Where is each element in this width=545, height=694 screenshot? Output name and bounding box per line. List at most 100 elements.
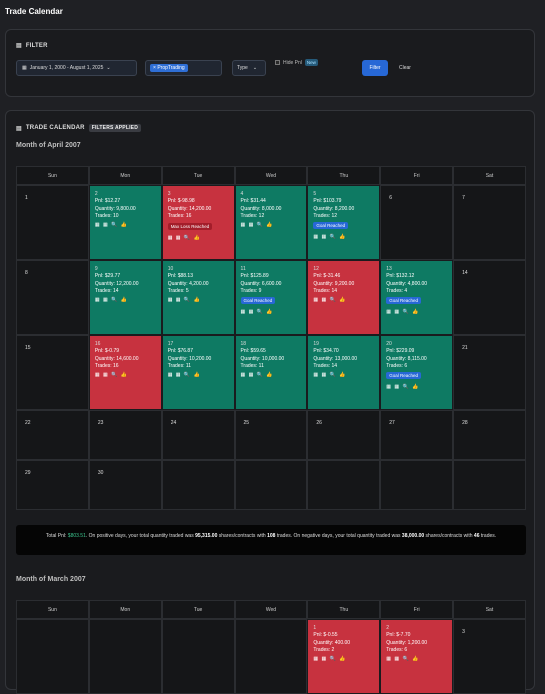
hide-pnl-checkbox[interactable] [275,60,280,65]
day-action-icons[interactable]: ▦ ▦ 🔍 👍 [241,372,274,378]
day-pnl: Pnl: $59.65 [240,348,266,354]
day-number: 14 [462,270,468,276]
calendar-day-cell[interactable]: 6 [380,185,454,260]
day-number: 2 [386,625,389,631]
day-action-icons[interactable]: ▦ ▦ 🔍 👍 [313,297,346,303]
day-action-icons[interactable]: ▦ ▦ 🔍 👍 [95,297,128,303]
calendar-day-cell[interactable]: 29 [16,460,89,510]
day-number: 16 [94,341,101,347]
calendar-day-cell[interactable]: 1 [16,185,89,260]
calendar-day-cell[interactable]: 9 Pnl: $29.77 Quantity: 12,200.00 Trades: 1… [88,260,162,335]
calendar-day-cell[interactable]: 16 Pnl: $-0.79 Quantity: 14,600.00 Trades: … [88,335,162,410]
goal-reached-badge: Goal Reached [386,372,421,379]
calendar-day-cell[interactable]: 27 [380,410,454,460]
summary-text: trades. [479,533,497,539]
day-number: 5 [313,191,317,197]
day-trade-info: Pnl: $34.70 Quantity: 13,000.00 Trades: 14 [313,348,357,371]
day-pnl: Pnl: $29.77 [94,273,121,279]
tag-chip[interactable]: × PropTrading [150,64,188,72]
calendar-day-cell[interactable]: 14 [453,260,526,335]
calendar-day-cell[interactable]: 17 Pnl: $76.87 Quantity: 10,200.00 Trades: … [161,335,235,410]
type-select[interactable]: Type ⌄ [232,60,266,76]
day-number: 15 [25,345,31,351]
calendar-day-cell[interactable]: 13 Pnl: $132.12 Quantity: 4,800.00 Trades: … [380,260,454,335]
day-action-icons[interactable]: ▦ ▦ 🔍 👍 [313,372,346,378]
calendar-day-cell[interactable]: 22 [16,410,89,460]
day-action-icons[interactable]: ▦ ▦ 🔍 👍 [386,309,419,315]
weekday-header: Sat [453,600,526,619]
calendar-day-cell[interactable]: 28 [453,410,526,460]
calendar-day-cell[interactable]: 2 Pnl: $-7.70 Quantity: 1,200.00 Trades: 6 ▦… [380,619,454,694]
date-range-picker[interactable]: ▦ January 1, 2000 - August 1, 2025 ⌄ [16,60,137,76]
day-number: 4 [240,191,244,197]
calendar-day-cell[interactable]: 18 Pnl: $59.65 Quantity: 10,000.00 Trades: … [234,335,308,410]
calendar-day-cell[interactable]: 5 Pnl: $103.79 Quantity: 8,200.00 Trades: 1… [307,185,381,260]
calendar-day-cell[interactable]: 8 [16,260,89,335]
calendar-day-cell[interactable]: 4 Pnl: $31.44 Quantity: 8,000.00 Trades: 12… [234,185,308,260]
calendar-day-cell[interactable]: 1 Pnl: $-0.55 Quantity: 400.00 Trades: 2 ▦ ▦… [307,619,381,694]
day-action-icons[interactable]: ▦ ▦ 🔍 👍 [95,372,128,378]
day-number: 17 [167,341,174,347]
day-action-icons[interactable]: ▦ ▦ 🔍 👍 [386,656,419,662]
day-number: 6 [389,195,392,201]
filters-applied-badge: FILTERS APPLIED [88,124,142,132]
day-pnl: Pnl: $125.89 [240,273,269,279]
day-trade-info: Pnl: $88.13 Quantity: 4,200.00 Trades: 5 [168,273,209,296]
calendar-day-cell[interactable]: 2 Pnl: $12.27 Quantity: 9,800.00 Trades: 10… [88,185,162,260]
calendar-day-cell[interactable]: 19 Pnl: $34.70 Quantity: 13,000.00 Trades: … [307,335,381,410]
march-calendar-grid: Sun Mon Tue Wed Thu Fri Sat 1 Pnl: $-0.55 Quantit… [16,600,526,694]
calendar-day-cell[interactable]: 26 [307,410,381,460]
goal-reached-badge: Goal Reached [240,297,276,304]
day-trade-info: Pnl: $229.09 Quantity: 8,115.00 Trades: 6 [386,348,427,371]
day-qty: Quantity: 12,200.00 [94,280,139,287]
date-range-value: January 1, 2000 - August 1, 2025 [29,65,104,71]
clear-button[interactable]: Clear [396,60,414,76]
day-number: 1 [313,625,317,631]
tag-select[interactable]: × PropTrading [145,60,222,76]
day-number: 9 [94,266,98,272]
calendar-day-cell[interactable]: 23 [88,410,162,460]
day-pnl: Pnl: $31.44 [240,198,266,204]
calendar-day-cell[interactable]: 30 [88,460,162,510]
day-action-icons[interactable]: ▦ ▦ 🔍 👍 [168,235,201,241]
calendar-day-cell[interactable]: 3 [453,619,526,694]
calendar-day-cell[interactable]: 15 [16,335,89,410]
weekday-header: Sun [16,600,89,619]
summary-total-pnl: $803.51 [67,533,86,539]
day-pnl: Pnl: $-7.70 [386,632,411,638]
calendar-day-cell[interactable]: 12 Pnl: $-31.46 Quantity: 9,200.00 Trades: … [307,260,381,335]
day-action-icons[interactable]: ▦ ▦ 🔍 👍 [386,384,419,390]
day-action-icons[interactable]: ▦ ▦ 🔍 👍 [168,297,201,303]
summary-neg-qty: 38,000.00 [401,533,425,539]
day-action-icons[interactable]: ▦ ▦ 🔍 👍 [241,222,274,228]
day-trade-info: Pnl: $76.87 Quantity: 10,200.00 Trades: 11 [168,348,212,371]
day-trades: Trades: 16 [167,213,192,219]
calendar-day-cell[interactable]: 10 Pnl: $88.13 Quantity: 4,200.00 Trades: 5… [161,260,235,335]
day-action-icons[interactable]: ▦ ▦ 🔍 👍 [241,309,274,315]
day-action-icons[interactable]: ▦ ▦ 🔍 👍 [95,222,128,228]
filter-button[interactable]: Filter [362,60,388,76]
calendar-table-icon: ▤ [16,125,22,132]
hide-pnl-toggle[interactable]: Hide Pnl New [275,59,318,66]
day-action-icons[interactable]: ▦ ▦ 🔍 👍 [313,234,346,240]
calendar-day-cell[interactable]: 25 [234,410,308,460]
calendar-day-cell[interactable]: 7 [453,185,526,260]
day-trades: Trades: 14 [313,363,338,369]
day-action-icons[interactable]: ▦ ▦ 🔍 👍 [313,656,346,662]
calendar-day-cell[interactable]: 20 Pnl: $229.09 Quantity: 8,115.00 Trades: … [380,335,454,410]
day-trade-info: Pnl: $12.27 Quantity: 9,800.00 Trades: 10 [95,198,136,221]
hide-pnl-label: Hide Pnl [283,59,302,66]
day-trades: Trades: 4 [386,288,408,294]
day-action-icons[interactable]: ▦ ▦ 🔍 👍 [168,372,201,378]
day-trades: Trades: 14 [94,288,119,294]
calendar-day-cell[interactable]: 24 [161,410,235,460]
calendar-day-cell[interactable]: 21 [453,335,526,410]
day-qty: Quantity: 9,200.00 [313,280,355,287]
day-pnl: Pnl: $88.13 [167,273,193,279]
calendar-day-cell[interactable]: 3 Pnl: $-98.98 Quantity: 14,200.00 Trades: … [161,185,235,260]
day-pnl: Pnl: $34.70 [313,348,339,354]
day-trades: Trades: 12 [240,213,265,219]
day-number: 21 [462,345,468,351]
calendar-day-cell[interactable]: 11 Pnl: $125.89 Quantity: 6,600.00 Trades: … [234,260,308,335]
weekday-header: Fri [380,600,454,619]
